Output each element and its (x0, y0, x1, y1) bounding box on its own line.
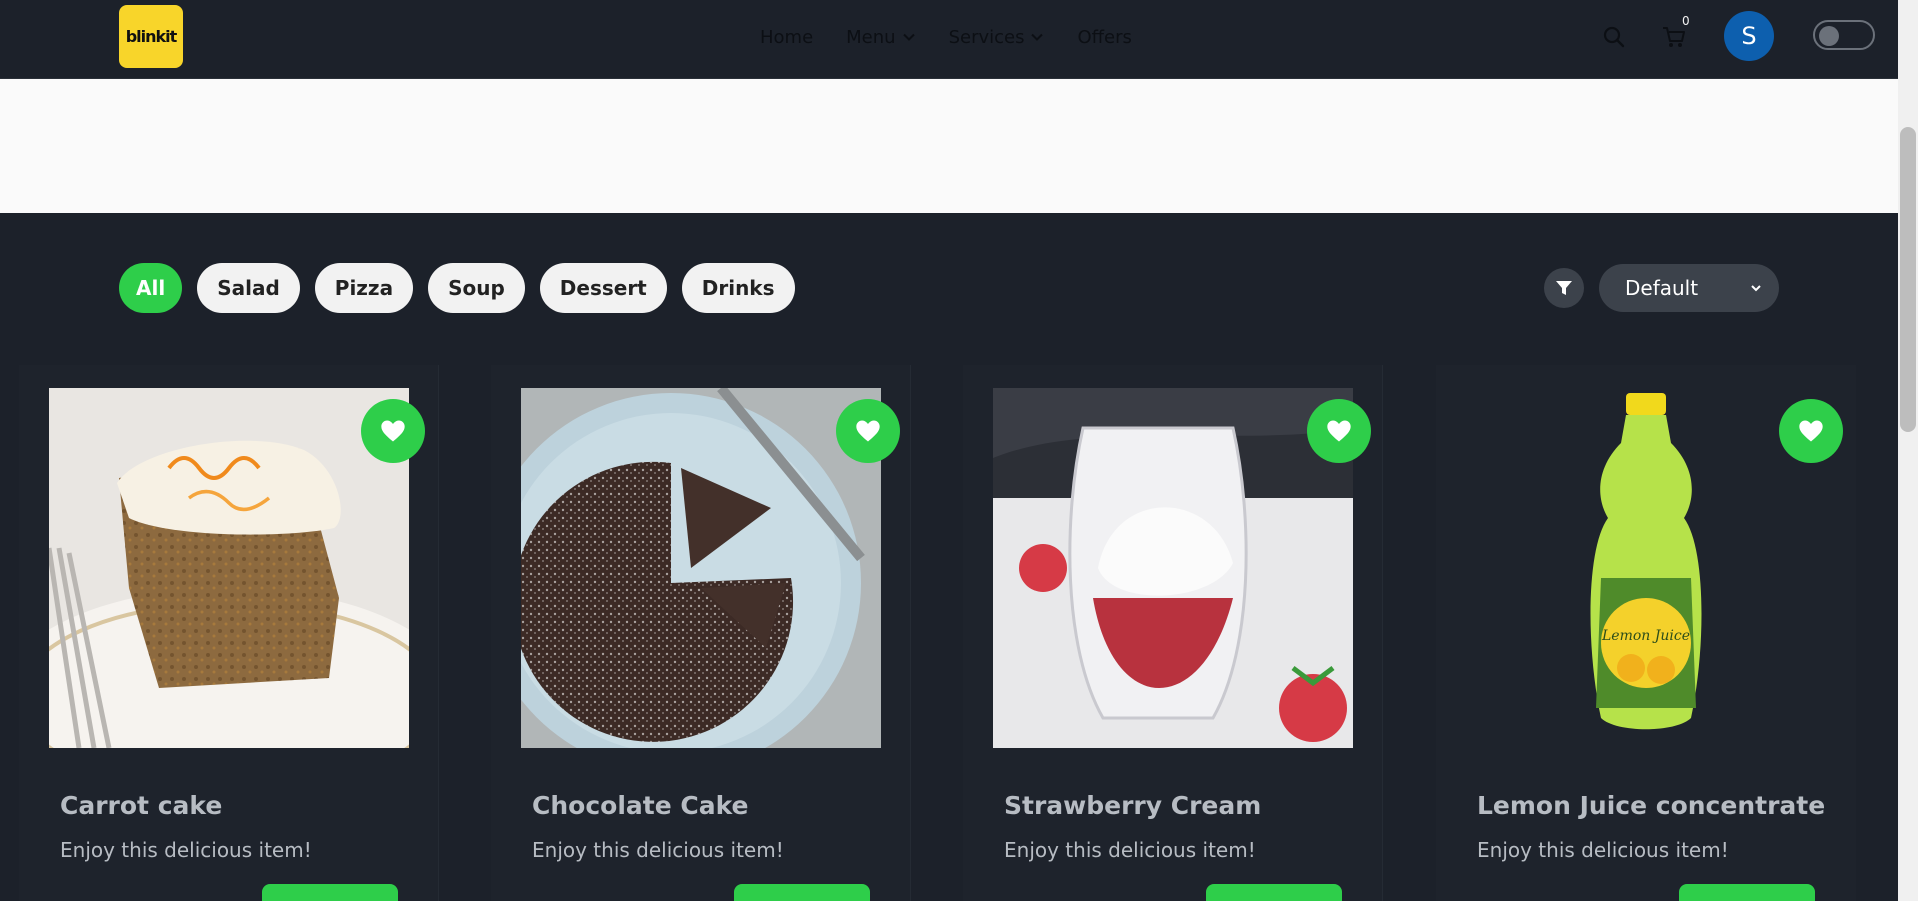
product-description: Enjoy this delicious item! (1004, 838, 1256, 862)
heart-icon (1327, 420, 1351, 442)
add-to-cart-button[interactable] (262, 884, 398, 901)
heart-icon (856, 420, 880, 442)
nav-menu[interactable]: Menu (846, 27, 915, 48)
svg-text:Lemon Juice: Lemon Juice (1601, 628, 1690, 644)
main-nav: Home Menu Services Offers (760, 24, 1165, 50)
category-chip-all[interactable]: All (119, 263, 183, 313)
category-chip-drinks[interactable]: Drinks (681, 263, 795, 313)
product-card: Strawberry Cream Enjoy this delicious it… (963, 365, 1383, 901)
product-title[interactable]: Lemon Juice concentrate (1477, 791, 1825, 820)
product-description: Enjoy this delicious item! (1477, 838, 1729, 862)
heart-icon (1799, 420, 1823, 442)
category-chip-salad[interactable]: Salad (197, 263, 300, 313)
user-avatar[interactable]: S (1724, 11, 1774, 61)
filter-icon (1556, 281, 1572, 295)
logo-text: blinkit (125, 27, 178, 46)
product-card: Lemon Juice Lemon Juice concentrate Enjo… (1436, 365, 1856, 901)
brand-logo[interactable]: blinkit (119, 5, 183, 68)
heart-icon (381, 420, 405, 442)
category-chip-pizza[interactable]: Pizza (314, 263, 414, 313)
search-icon[interactable] (1602, 25, 1626, 49)
chevron-down-icon (1031, 33, 1044, 41)
toggle-knob (1819, 26, 1839, 46)
product-title[interactable]: Chocolate Cake (532, 791, 749, 820)
favorite-button[interactable] (1307, 399, 1371, 463)
category-chip-soup[interactable]: Soup (428, 263, 525, 313)
favorite-button[interactable] (836, 399, 900, 463)
favorite-button[interactable] (361, 399, 425, 463)
favorite-button[interactable] (1779, 399, 1843, 463)
scrollbar-thumb[interactable] (1900, 127, 1916, 432)
lemon-juice-image: Lemon Juice (1466, 388, 1826, 748)
nav-offers[interactable]: Offers (1077, 27, 1131, 48)
header: blinkit Home Menu Services Offers 0 S (0, 0, 1898, 79)
product-card: Carrot cake Enjoy this delicious item! (19, 365, 439, 901)
add-to-cart-button[interactable] (1206, 884, 1342, 901)
product-description: Enjoy this delicious item! (532, 838, 784, 862)
theme-toggle[interactable] (1813, 20, 1875, 50)
category-filters: All Salad Pizza Soup Dessert Drinks (119, 263, 810, 313)
chevron-down-icon (902, 33, 915, 41)
filter-button[interactable] (1544, 268, 1584, 308)
carrot-cake-image (49, 388, 409, 748)
strawberry-cream-image (993, 388, 1353, 748)
nav-home[interactable]: Home (760, 27, 813, 48)
add-to-cart-button[interactable] (734, 884, 870, 901)
avatar-initial: S (1741, 22, 1757, 50)
add-to-cart-button[interactable] (1679, 884, 1815, 901)
sort-select[interactable]: Default (1599, 264, 1779, 312)
product-title[interactable]: Carrot cake (60, 791, 222, 820)
hero-banner (0, 79, 1898, 213)
chocolate-cake-image (521, 388, 881, 748)
product-description: Enjoy this delicious item! (60, 838, 312, 862)
nav-services[interactable]: Services (949, 27, 1045, 48)
category-chip-dessert[interactable]: Dessert (539, 263, 667, 313)
cart-count-badge: 0 (1682, 14, 1690, 28)
product-card: Chocolate Cake Enjoy this delicious item… (491, 365, 911, 901)
sort-selected-value: Default (1625, 276, 1699, 300)
product-title[interactable]: Strawberry Cream (1004, 791, 1261, 820)
chevron-down-icon (1751, 285, 1761, 292)
